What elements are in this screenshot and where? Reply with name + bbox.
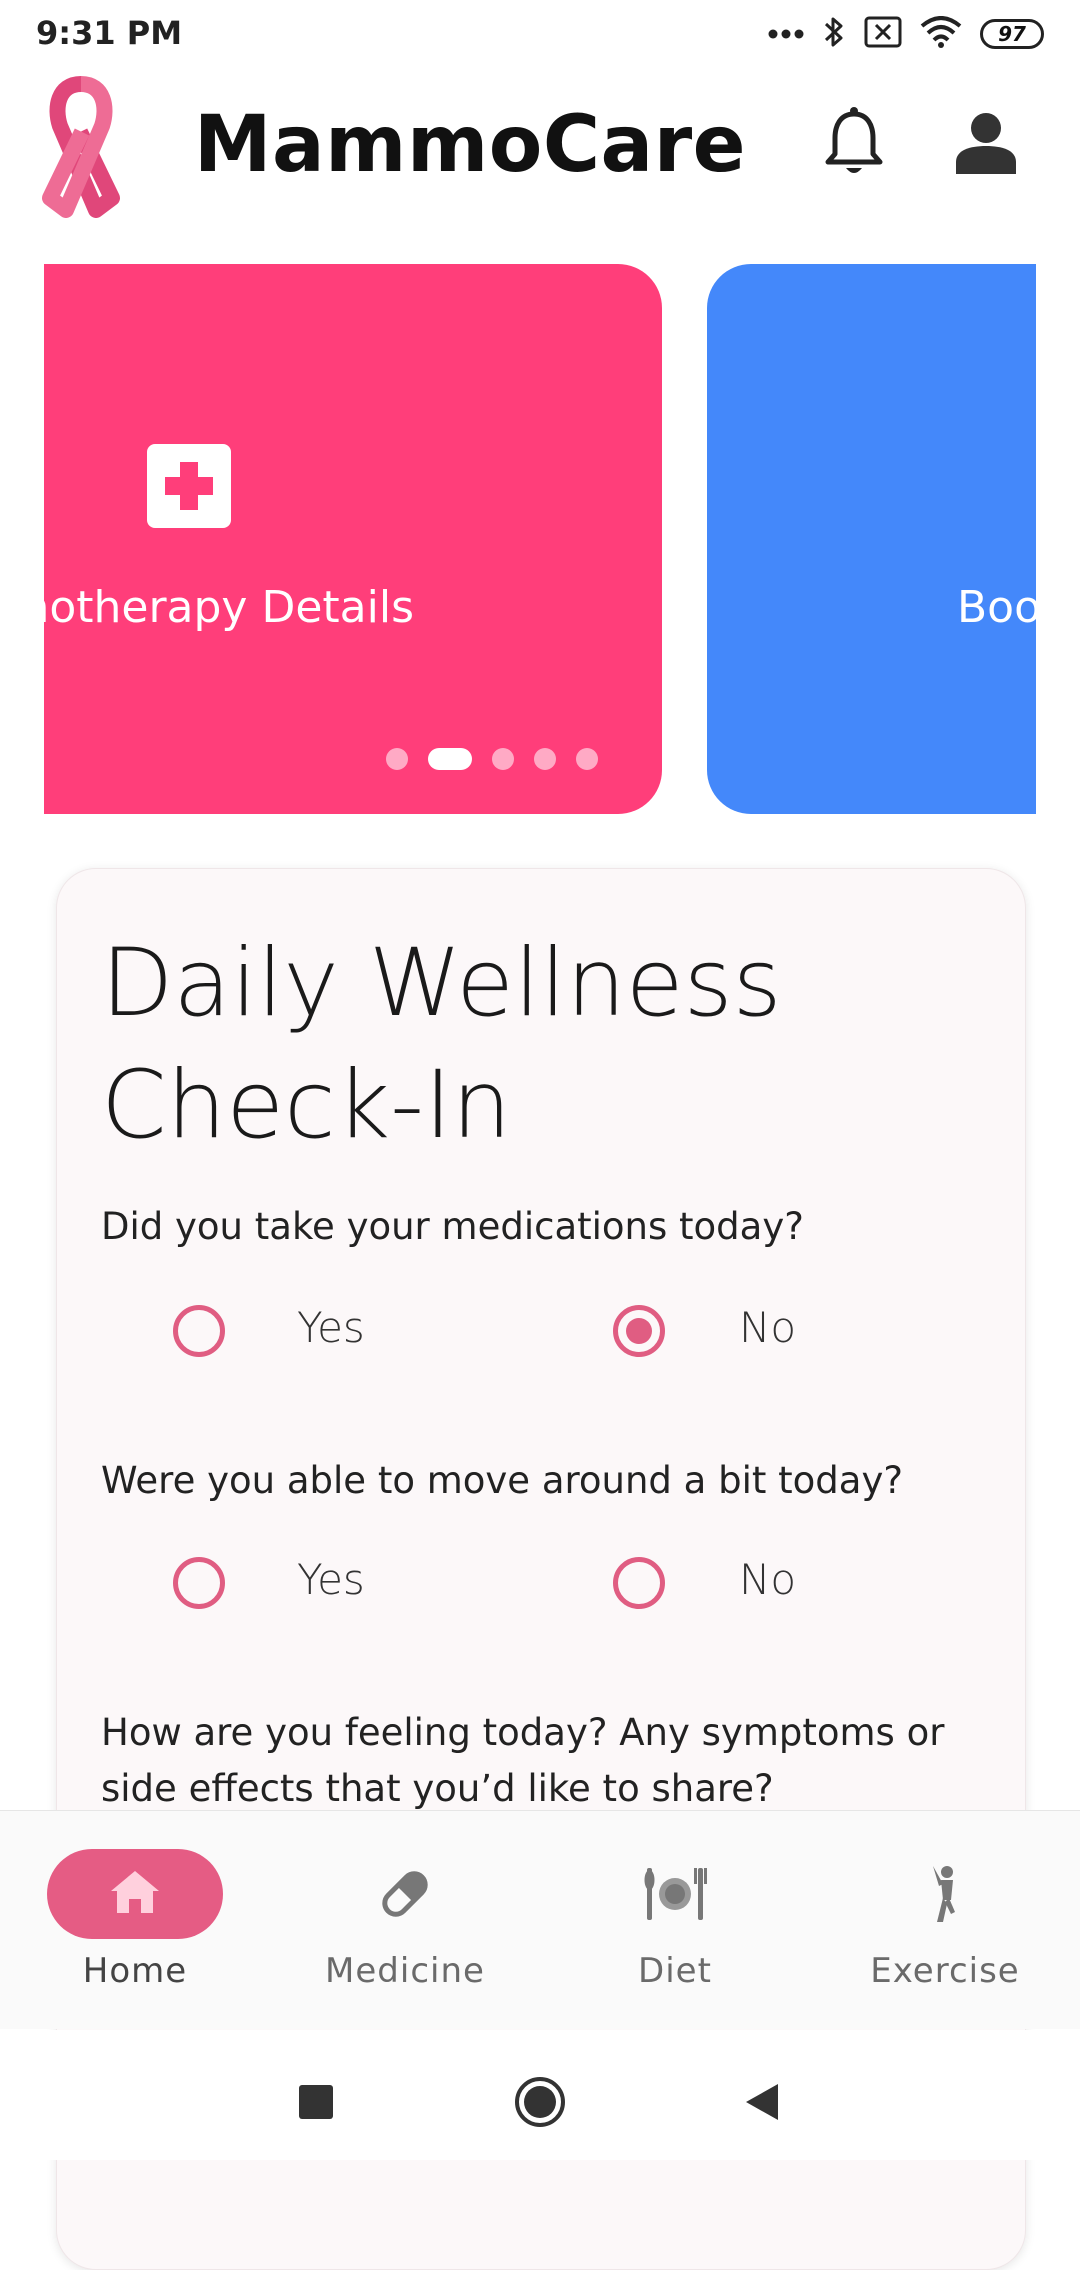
app-title: MammoCare xyxy=(193,100,747,190)
wifi-icon xyxy=(920,16,962,52)
bottom-navigation: Home Medicine Diet Exercise xyxy=(0,1810,1080,2029)
card-label: Boo xyxy=(957,582,1036,633)
status-bar: 9:31 PM 97 xyxy=(0,0,1080,66)
medication-radio-group: Yes No xyxy=(57,1291,1025,1371)
movement-yes-label[interactable]: Yes xyxy=(297,1555,365,1604)
nav-home[interactable]: Home xyxy=(0,1811,270,2029)
bell-icon xyxy=(823,106,885,182)
nav-medicine-label: Medicine xyxy=(325,1951,485,1991)
home-icon xyxy=(109,1869,161,1919)
carousel-dot[interactable] xyxy=(576,748,598,770)
wellness-title: Daily Wellness Check-In xyxy=(101,923,981,1167)
chemotherapy-details-card[interactable]: motherapy Details xyxy=(44,264,662,814)
app-header: MammoCare xyxy=(0,66,1080,218)
medication-no-label[interactable]: No xyxy=(739,1303,796,1352)
more-dots-icon xyxy=(768,25,804,44)
carousel-pagination xyxy=(386,748,598,770)
home-system-button[interactable] xyxy=(510,2074,570,2134)
battery-level: 97 xyxy=(998,22,1026,46)
book-card[interactable]: Boo xyxy=(707,264,1036,814)
nav-exercise[interactable]: Exercise xyxy=(810,1811,1080,2029)
card-label: motherapy Details xyxy=(44,582,414,633)
back-button[interactable] xyxy=(732,2074,792,2134)
person-icon xyxy=(954,110,1018,178)
symptoms-question-line2: side effects that you’d like to share? xyxy=(101,1767,774,1810)
carousel-dot[interactable] xyxy=(534,748,556,770)
profile-button[interactable] xyxy=(948,106,1024,182)
recents-button[interactable] xyxy=(286,2074,346,2134)
feature-carousel[interactable]: motherapy Details Boo xyxy=(44,264,1036,814)
status-icons: 97 xyxy=(768,12,1044,56)
bluetooth-icon xyxy=(822,14,846,54)
dining-icon xyxy=(625,1849,725,1939)
carousel-dot-active[interactable] xyxy=(428,748,472,770)
carousel-dot[interactable] xyxy=(492,748,514,770)
movement-no-label[interactable]: No xyxy=(739,1555,796,1604)
square-icon xyxy=(299,2085,333,2123)
movement-radio-group: Yes No xyxy=(57,1543,1025,1623)
exercise-icon xyxy=(895,1849,995,1939)
no-sim-icon xyxy=(864,16,902,52)
movement-no-radio[interactable] xyxy=(613,1557,665,1609)
medication-no-radio[interactable] xyxy=(613,1305,665,1357)
battery-icon: 97 xyxy=(980,19,1044,49)
status-time: 9:31 PM xyxy=(36,14,183,52)
medication-question: Did you take your medications today? xyxy=(101,1205,804,1248)
pill-icon xyxy=(355,1849,455,1939)
home-active-indicator xyxy=(47,1849,223,1939)
symptoms-question-line1: How are you feeling today? Any symptoms … xyxy=(101,1711,945,1754)
circle-home-icon xyxy=(514,2076,566,2132)
system-navigation-bar xyxy=(0,2030,1080,2160)
nav-medicine[interactable]: Medicine xyxy=(270,1811,540,2029)
medication-yes-label[interactable]: Yes xyxy=(297,1303,365,1352)
medical-cross-icon xyxy=(147,444,231,528)
movement-question: Were you able to move around a bit today… xyxy=(101,1459,903,1502)
notifications-button[interactable] xyxy=(816,106,892,182)
carousel-dot[interactable] xyxy=(386,748,408,770)
medication-yes-radio[interactable] xyxy=(173,1305,225,1357)
nav-home-label: Home xyxy=(82,1951,188,1991)
nav-diet[interactable]: Diet xyxy=(540,1811,810,2029)
symptoms-question: How are you feeling today? Any symptoms … xyxy=(101,1705,981,1817)
nav-exercise-label: Exercise xyxy=(870,1951,1020,1991)
back-triangle-icon xyxy=(744,2082,780,2126)
wellness-title-line1: Daily Wellness xyxy=(101,929,782,1038)
nav-diet-label: Diet xyxy=(638,1951,712,1991)
movement-yes-radio[interactable] xyxy=(173,1557,225,1609)
wellness-title-line2: Check-In xyxy=(101,1051,512,1160)
